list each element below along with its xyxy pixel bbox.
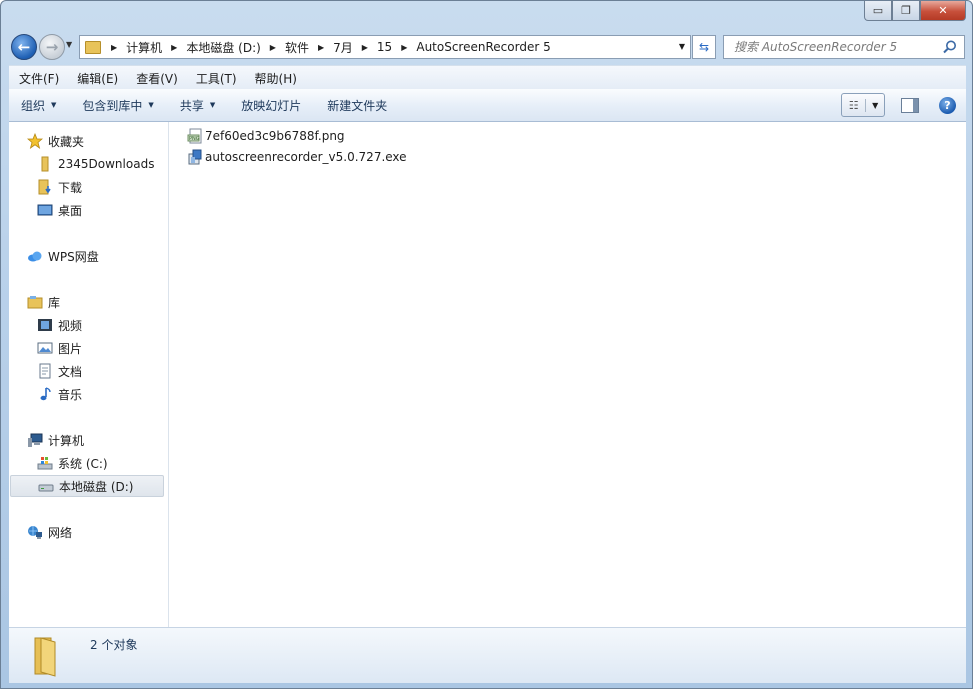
breadcrumb-separator[interactable]: ▶ xyxy=(312,43,330,52)
share-button[interactable]: 共享 ▼ xyxy=(168,97,229,114)
navigation-pane: 收藏夹 2345Downloads 下载 桌面 WPS网盘 库 视频 图片 文档… xyxy=(9,122,169,627)
breadcrumb-15[interactable]: 15 xyxy=(374,40,395,54)
chevron-down-icon[interactable]: ▼ xyxy=(866,101,884,110)
caret-down-icon: ▼ xyxy=(209,101,216,109)
system-drive-icon xyxy=(37,457,53,470)
caret-down-icon: ▼ xyxy=(148,101,154,109)
menu-help[interactable]: 帮助(H) xyxy=(245,70,305,87)
png-file-icon: PNG xyxy=(187,128,202,144)
sidebar-item-wps-cloud[interactable]: WPS网盘 xyxy=(27,245,99,267)
sidebar-item-drive-d[interactable]: 本地磁盘 (D:) xyxy=(10,475,164,497)
file-name: autoscreenrecorder_v5.0.727.exe xyxy=(205,150,407,164)
organize-button[interactable]: 组织 ▼ xyxy=(9,97,70,114)
sidebar-item-computer[interactable]: 计算机 xyxy=(27,429,84,451)
breadcrumb-computer[interactable]: 计算机 xyxy=(123,39,165,56)
folder-icon xyxy=(85,40,101,54)
sidebar-item-pictures[interactable]: 图片 xyxy=(37,337,82,359)
address-bar[interactable]: ▶ 计算机 ▶ 本地磁盘 (D:) ▶ 软件 ▶ 7月 ▶ 15 ▶ AutoS… xyxy=(79,35,691,59)
navigation-row: ← → ▼ ▶ 计算机 ▶ 本地磁盘 (D:) ▶ 软件 ▶ 7月 ▶ 15 ▶… xyxy=(9,32,966,60)
folder-icon xyxy=(34,637,56,677)
star-icon xyxy=(27,133,43,149)
hard-drive-icon xyxy=(38,484,54,492)
sidebar-item-2345downloads[interactable]: 2345Downloads xyxy=(37,153,154,175)
breadcrumb-software[interactable]: 软件 xyxy=(282,39,312,56)
maximize-button[interactable]: ❐ xyxy=(892,1,920,21)
breadcrumb-separator[interactable]: ▶ xyxy=(165,43,183,52)
folder-icon xyxy=(41,156,49,172)
sidebar-item-documents[interactable]: 文档 xyxy=(37,360,82,382)
search-box xyxy=(723,35,965,59)
breadcrumb-separator[interactable]: ▶ xyxy=(395,43,413,52)
explorer-window: ▭ ❐ ✕ ← → ▼ ▶ 计算机 ▶ 本地磁盘 (D:) ▶ 软件 ▶ 7月 … xyxy=(0,0,973,689)
network-icon xyxy=(28,526,42,539)
sidebar-item-videos[interactable]: 视频 xyxy=(37,314,82,336)
sidebar-item-drive-c[interactable]: 系统 (C:) xyxy=(37,452,108,474)
details-pane: 2 个对象 xyxy=(9,627,966,683)
menu-tools[interactable]: 工具(T) xyxy=(186,70,245,87)
command-bar: 组织 ▼ 包含到库中 ▼ 共享 ▼ 放映幻灯片 新建文件夹 ☷ ▼ ? xyxy=(9,89,966,122)
breadcrumb-separator[interactable]: ▶ xyxy=(105,43,123,52)
download-folder-icon xyxy=(38,179,51,195)
sidebar-item-desktop[interactable]: 桌面 xyxy=(37,199,82,221)
sidebar-item-downloads[interactable]: 下载 xyxy=(37,176,82,198)
picture-icon xyxy=(37,342,53,354)
item-count: 2 个对象 xyxy=(90,638,138,652)
cloud-icon xyxy=(28,251,42,262)
breadcrumb-july[interactable]: 7月 xyxy=(330,39,356,56)
close-button[interactable]: ✕ xyxy=(920,1,966,21)
file-list: PNG 7ef60ed3c9b6788f.png autoscreenrecor… xyxy=(169,122,966,627)
breadcrumb-separator[interactable]: ▶ xyxy=(356,43,374,52)
include-in-library-button[interactable]: 包含到库中 ▼ xyxy=(70,97,167,114)
change-view-button[interactable]: ☷ ▼ xyxy=(841,93,885,117)
menu-file[interactable]: 文件(F) xyxy=(9,70,67,87)
minimize-button[interactable]: ▭ xyxy=(864,1,892,21)
slideshow-button[interactable]: 放映幻灯片 xyxy=(229,97,315,114)
computer-icon xyxy=(28,433,43,447)
menu-edit[interactable]: 编辑(E) xyxy=(67,70,126,87)
sidebar-item-favorites[interactable]: 收藏夹 xyxy=(27,130,84,152)
breadcrumb-current-folder[interactable]: AutoScreenRecorder 5 xyxy=(413,40,553,54)
search-input[interactable] xyxy=(732,39,946,55)
music-note-icon xyxy=(40,387,51,401)
document-icon xyxy=(39,363,51,379)
sidebar-item-network[interactable]: 网络 xyxy=(27,521,72,543)
view-list-icon: ☷ xyxy=(842,98,867,112)
forward-button[interactable]: → xyxy=(39,34,65,60)
library-icon xyxy=(27,296,43,309)
video-icon xyxy=(38,319,52,331)
caret-down-icon: ▼ xyxy=(51,101,57,109)
refresh-icon: ⇆ xyxy=(698,40,710,54)
menu-bar: 文件(F) 编辑(E) 查看(V) 工具(T) 帮助(H) xyxy=(9,65,966,90)
back-button[interactable]: ← xyxy=(11,34,37,60)
svg-text:PNG: PNG xyxy=(189,136,200,142)
help-button[interactable]: ? xyxy=(939,96,956,114)
view-controls: ☷ ▼ ? xyxy=(841,93,956,117)
file-name: 7ef60ed3c9b6788f.png xyxy=(205,129,345,143)
breadcrumb-drive-d[interactable]: 本地磁盘 (D:) xyxy=(183,39,263,56)
installer-icon xyxy=(188,149,202,165)
search-icon[interactable] xyxy=(942,39,958,55)
chevron-down-icon[interactable]: ▼ xyxy=(679,42,685,51)
preview-pane-button[interactable] xyxy=(901,97,919,113)
recent-pages-button[interactable]: ▼ xyxy=(66,40,72,49)
help-icon: ? xyxy=(944,98,951,112)
refresh-button[interactable]: ⇆ xyxy=(692,35,716,59)
caption-buttons: ▭ ❐ ✕ xyxy=(864,1,966,21)
arrow-right-icon: → xyxy=(45,38,59,56)
sidebar-item-libraries[interactable]: 库 xyxy=(27,291,60,313)
sidebar-item-music[interactable]: 音乐 xyxy=(37,383,82,405)
new-folder-button[interactable]: 新建文件夹 xyxy=(315,97,401,114)
breadcrumb-separator[interactable]: ▶ xyxy=(264,43,282,52)
list-item[interactable]: autoscreenrecorder_v5.0.727.exe xyxy=(187,147,407,167)
arrow-left-icon: ← xyxy=(17,38,31,56)
menu-view[interactable]: 查看(V) xyxy=(126,70,186,87)
list-item[interactable]: PNG 7ef60ed3c9b6788f.png xyxy=(187,126,345,146)
chevron-down-icon: ▼ xyxy=(66,40,73,49)
desktop-icon xyxy=(37,204,53,216)
